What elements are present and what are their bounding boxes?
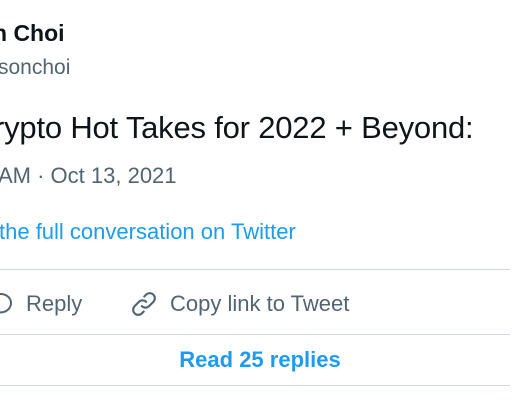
reply-label: Reply: [26, 291, 83, 316]
reply-bubble-icon: [0, 289, 16, 319]
divider: [0, 385, 510, 386]
author-name[interactable]: n Choi: [0, 20, 65, 47]
copy-link-button[interactable]: Copy link to Tweet: [128, 284, 349, 324]
read-replies-button[interactable]: Read 25 replies: [0, 342, 520, 378]
divider: [0, 334, 510, 335]
link-icon: [128, 288, 160, 320]
author-handle[interactable]: sonchoi: [0, 56, 70, 80]
reply-button[interactable]: Reply: [0, 284, 82, 324]
copy-link-label: Copy link to Tweet: [170, 291, 350, 316]
view-conversation-link[interactable]: the full conversation on Twitter: [0, 219, 296, 245]
tweet-text: rypto Hot Takes for 2022 + Beyond:: [0, 110, 474, 145]
tweet-timestamp[interactable]: AM · Oct 13, 2021: [0, 163, 177, 189]
divider: [0, 269, 510, 270]
